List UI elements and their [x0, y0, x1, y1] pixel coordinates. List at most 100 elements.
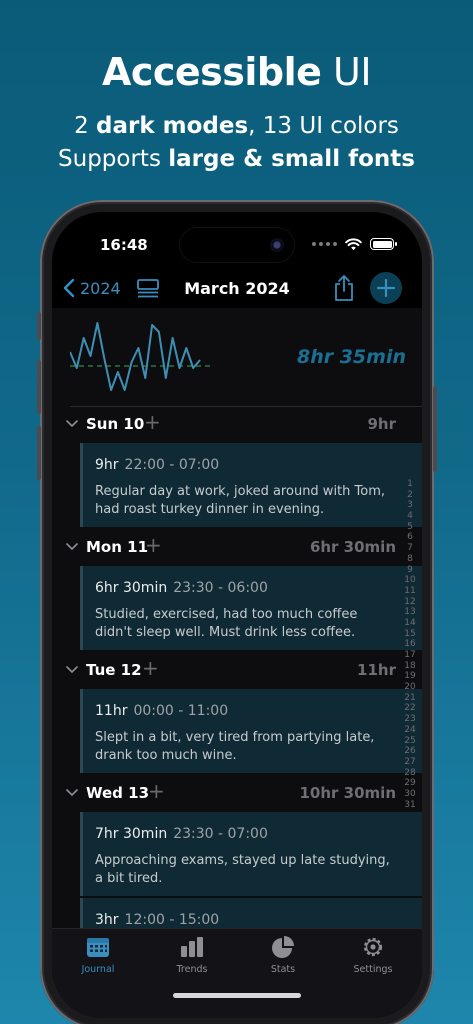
promo-text-bold: dark modes [96, 113, 249, 139]
entry-duration: 7hr 30min [95, 826, 168, 842]
day-index-item[interactable]: 11 [403, 586, 417, 597]
phone-action-button [37, 312, 41, 340]
entry-time-range: 23:30 - 07:00 [173, 826, 268, 842]
day-index-item[interactable]: 17 [403, 650, 417, 661]
day-total: 10hr 30min [299, 784, 397, 802]
divider [70, 406, 422, 407]
day-index-item[interactable]: 12 [403, 597, 417, 608]
phone-volume-down [37, 426, 41, 480]
tab-trends[interactable]: Trends [152, 935, 232, 975]
day-name: Wed 13 [86, 784, 150, 802]
day-index-item[interactable]: 9 [403, 565, 417, 576]
phone-power-button [433, 386, 437, 472]
sleep-entry[interactable]: 7hr 30min 23:30 - 07:00 Approaching exams… [80, 812, 422, 896]
add-day-entry-icon[interactable]: + [145, 535, 162, 555]
day-index-item[interactable]: 26 [403, 746, 417, 757]
day-index-item[interactable]: 25 [403, 736, 417, 747]
day-index-item[interactable]: 21 [403, 693, 417, 704]
promo-text-bold: large & small fonts [168, 146, 415, 172]
day-total: 9hr [367, 415, 396, 433]
tab-stats[interactable]: Stats [243, 935, 323, 975]
day-index-item[interactable]: 14 [403, 618, 417, 629]
sleep-entry[interactable]: 9hr 22:00 - 07:00 Regular day at work, jo… [80, 443, 422, 527]
day-index-scrubber[interactable]: 1 2 3 4 5 6 7 8 9 10 11 12 13 14 15 16 17 18 19 20 21 22 23 24 2… [403, 479, 417, 810]
entry-time-range: 00:00 - 11:00 [133, 703, 229, 719]
day-index-item[interactable]: 22 [403, 703, 417, 714]
entry-duration: 3hr [95, 912, 119, 928]
sleep-entry[interactable]: 6hr 30min 23:30 - 06:00 Studied, exercise… [80, 566, 422, 650]
average-sleep-total: 8hr 35min [296, 346, 406, 368]
day-index-item[interactable]: 23 [403, 714, 417, 725]
back-button[interactable]: 2024 [62, 278, 121, 298]
day-index-item[interactable]: 15 [403, 629, 417, 640]
promo-text: Supports [58, 146, 169, 172]
add-day-entry-icon[interactable]: + [148, 781, 165, 801]
day-index-item[interactable]: 4 [403, 511, 417, 522]
battery-icon [370, 238, 397, 250]
status-time: 16:48 [100, 236, 148, 254]
chevron-down-icon[interactable] [66, 420, 78, 428]
tab-journal[interactable]: Journal [58, 935, 138, 975]
chevron-down-icon[interactable] [66, 666, 78, 674]
day-index-item[interactable]: 5 [403, 522, 417, 533]
day-index-item[interactable]: 29 [403, 778, 417, 789]
day-index-item[interactable]: 18 [403, 661, 417, 672]
day-index-item[interactable]: 8 [403, 554, 417, 565]
dynamic-island [180, 228, 294, 262]
promo-title-bold: Accessible [101, 50, 322, 94]
calendar-icon [87, 938, 109, 957]
chevron-left-icon [63, 278, 75, 298]
share-icon[interactable] [332, 274, 356, 302]
day-index-item[interactable]: 28 [403, 768, 417, 779]
day-index-item[interactable]: 13 [403, 607, 417, 618]
tab-settings[interactable]: Settings [333, 935, 413, 975]
tab-label: Journal [81, 964, 115, 975]
day-index-item[interactable]: 6 [403, 532, 417, 543]
entry-note: Approaching exams, stayed up late studyi… [95, 853, 390, 886]
entry-time-range: 12:00 - 15:00 [124, 912, 220, 928]
day-index-item[interactable]: 24 [403, 725, 417, 736]
day-index-item[interactable]: 20 [403, 682, 417, 693]
add-day-entry-icon[interactable]: + [144, 412, 161, 432]
entry-duration: 11hr [95, 703, 128, 719]
add-entry-button[interactable] [370, 272, 402, 304]
day-name: Tue 12 [86, 661, 142, 679]
chevron-down-icon[interactable] [66, 789, 78, 797]
chevron-down-icon[interactable] [66, 543, 78, 551]
home-indicator [173, 993, 301, 998]
add-day-entry-icon[interactable]: + [142, 658, 159, 678]
journal-list[interactable]: 8hr 35min Sun 10 + 9hr 9hr 22:00 - 07:00 … [52, 308, 422, 938]
day-index-item[interactable]: 31 [403, 800, 417, 811]
promo-text: , 13 UI colors [248, 113, 399, 139]
day-index-item[interactable]: 19 [403, 671, 417, 682]
day-index-item[interactable]: 1 [403, 479, 417, 490]
sleep-entry[interactable]: 11hr 00:00 - 11:00 Slept in a bit, very t… [80, 689, 422, 773]
promo-subtitle-colors: 2 dark modes, 13 UI colors [0, 113, 473, 139]
day-index-item[interactable]: 30 [403, 789, 417, 800]
day-index-item[interactable]: 7 [403, 543, 417, 554]
phone-screen: 16:48 2024 March 2024 8hr 35min Sun 10 +… [52, 212, 422, 1018]
day-index-item[interactable]: 3 [403, 500, 417, 511]
tab-label: Trends [176, 964, 208, 975]
phone-volume-up [37, 360, 41, 414]
entry-note: Slept in a bit, very tired from partying… [95, 730, 375, 763]
day-header[interactable]: Mon 11 + 6hr 30min [52, 533, 422, 563]
entry-duration: 9hr [95, 457, 119, 473]
promo-text: 2 [74, 113, 97, 139]
day-header[interactable]: Tue 12 + 11hr [52, 656, 422, 686]
camera-icon [270, 238, 284, 252]
day-index-item[interactable]: 10 [403, 575, 417, 586]
list-icon[interactable] [136, 277, 160, 301]
day-index-item[interactable]: 2 [403, 490, 417, 501]
signal-icon [312, 242, 337, 246]
pie-chart-icon [272, 936, 294, 958]
promo-subtitle-fonts: Supports large & small fonts [0, 146, 473, 172]
day-total: 6hr 30min [309, 538, 396, 556]
day-header[interactable]: Sun 10 + 9hr [52, 410, 422, 440]
sleep-trend-sparkline [70, 322, 210, 391]
day-index-item[interactable]: 27 [403, 757, 417, 768]
day-index-item[interactable]: 16 [403, 639, 417, 650]
day-header[interactable]: Wed 13 + 10hr 30min [52, 779, 422, 809]
entry-note: Studied, exercised, had too much coffee … [95, 607, 358, 640]
plus-icon [376, 278, 396, 298]
